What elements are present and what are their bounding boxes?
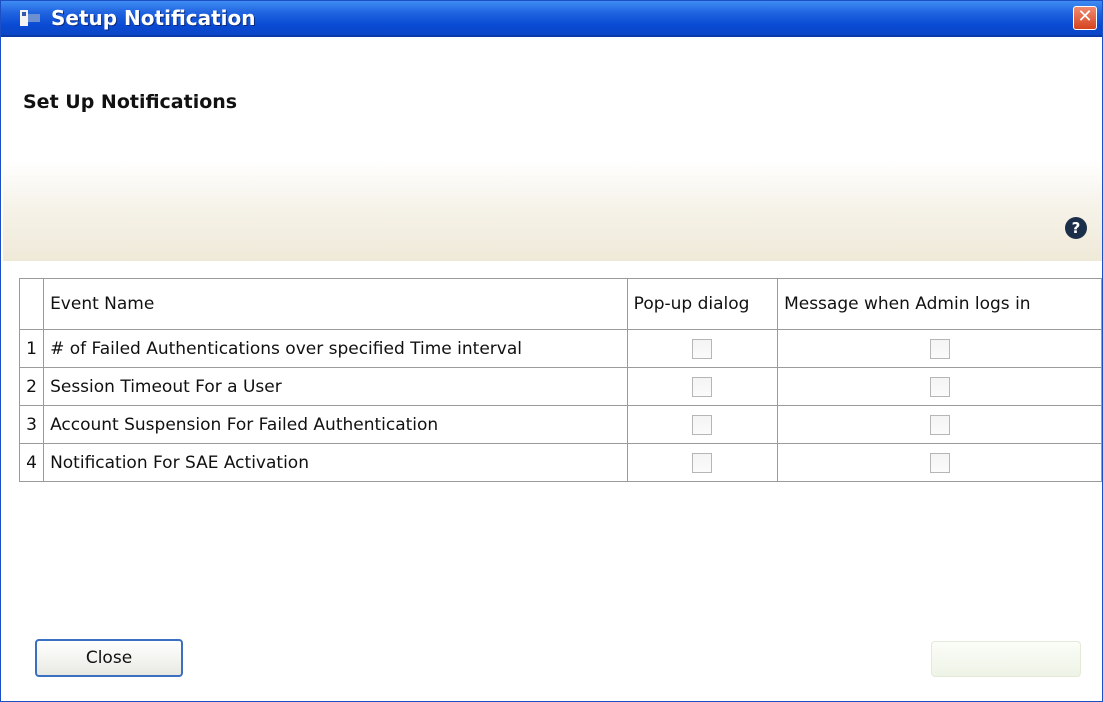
event-name-cell: Session Timeout For a User [43,367,628,406]
close-button[interactable]: Close [35,639,183,677]
message-admin-cell [777,405,1102,444]
table-header-row: Event Name Pop-up dialog Message when Ad… [18,278,1102,330]
message-admin-cell [777,367,1102,406]
popup-dialog-cell [626,405,779,444]
table-row[interactable]: 3 Account Suspension For Failed Authenti… [18,405,1102,444]
event-name-cell: Account Suspension For Failed Authentica… [43,405,628,444]
row-number: 2 [18,367,45,406]
popup-dialog-checkbox[interactable] [692,452,713,473]
section-title: Set Up Notifications [23,91,238,113]
row-number: 4 [18,443,45,482]
popup-dialog-checkbox[interactable] [692,338,713,359]
popup-dialog-checkbox[interactable] [692,376,713,397]
event-name-cell: Notification For SAE Activation [43,443,628,482]
close-window-icon[interactable]: ✕ [1073,6,1097,30]
message-admin-checkbox[interactable] [929,414,950,435]
window-title: Setup Notification [51,6,256,30]
message-admin-checkbox[interactable] [929,452,950,473]
popup-dialog-checkbox[interactable] [692,414,713,435]
table-row[interactable]: 1 # of Failed Authentications over speci… [18,329,1102,368]
table-row[interactable]: 4 Notification For SAE Activation [18,443,1102,482]
header-area [3,37,1102,261]
header-num-cell [18,278,45,330]
popup-dialog-cell [626,367,779,406]
row-number: 1 [18,329,45,368]
table-row[interactable]: 2 Session Timeout For a User [18,367,1102,406]
notifications-table: Event Name Pop-up dialog Message when Ad… [18,278,1102,482]
popup-dialog-cell [626,443,779,482]
message-admin-checkbox[interactable] [929,338,950,359]
disabled-button [931,641,1081,677]
header-message-admin[interactable]: Message when Admin logs in [777,278,1102,330]
title-bar[interactable]: Setup Notification ✕ [1,1,1102,37]
message-admin-checkbox[interactable] [929,376,950,397]
header-event-name[interactable]: Event Name [43,278,628,330]
app-icon [20,10,40,26]
setup-notification-window: Setup Notification ✕ Set Up Notification… [0,0,1103,702]
row-number: 3 [18,405,45,444]
header-popup-dialog[interactable]: Pop-up dialog [626,278,779,330]
popup-dialog-cell [626,329,779,368]
message-admin-cell [777,443,1102,482]
event-name-cell: # of Failed Authentications over specifi… [43,329,628,368]
message-admin-cell [777,329,1102,368]
help-icon[interactable]: ? [1065,217,1087,239]
